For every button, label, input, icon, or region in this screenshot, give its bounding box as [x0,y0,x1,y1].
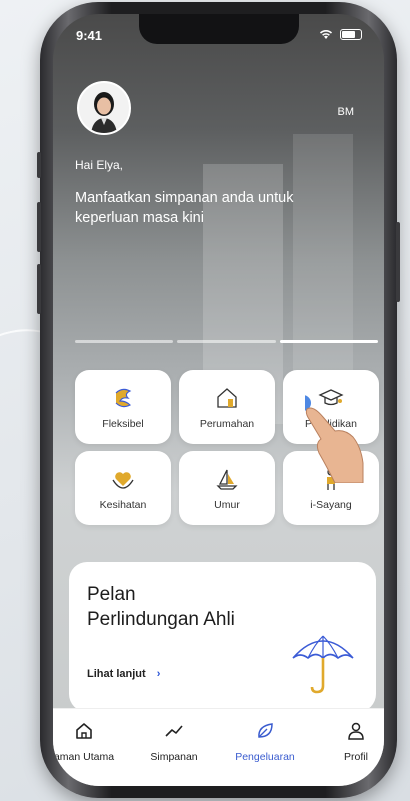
profile-icon [348,722,364,740]
leaf-icon [258,723,273,738]
power-button [396,222,400,302]
mute-switch [37,152,41,178]
carousel-dot-1[interactable] [75,340,174,343]
sailboat-icon [216,469,238,490]
volume-down-button [37,264,41,314]
category-label: Kesihatan [99,498,147,511]
promo-link-label: Lihat lanjut [87,668,146,680]
category-label: i-Sayang [310,498,352,511]
tab-home[interactable]: aman Utama [53,721,123,765]
chevron-right-icon: › [156,668,161,680]
promo-title-line1: Pelan [87,584,136,605]
greeting-text: Hai Elya, [75,158,124,172]
header-badge[interactable]: BM [338,106,355,118]
category-perumahan[interactable]: Perumahan [179,370,275,444]
category-umur[interactable]: Umur [179,451,275,525]
status-icons [318,28,362,40]
carousel-dot-3[interactable] [279,340,378,343]
carousel-dot-2[interactable] [177,340,276,343]
umbrella-icon [292,635,354,694]
volume-up-button [37,202,41,252]
promo-card[interactable]: Pelan Perlindungan Ahli Lihat lanjut › [69,562,376,712]
category-label: Umur [214,498,240,511]
tab-simpanan[interactable]: Simpanan [141,721,207,765]
hero-tagline: Manfaatkan simpanan anda untuk keperluan… [75,190,294,226]
flexible-icon [115,388,132,407]
avatar[interactable] [77,81,131,135]
promo-link[interactable]: Lihat lanjut › [87,668,160,680]
category-kesihatan[interactable]: Kesihatan [75,451,171,525]
wifi-icon [319,30,333,39]
category-fleksibel[interactable]: Fleksibel [75,370,171,444]
profile-photo [79,83,129,133]
tab-label: Simpanan [150,751,198,763]
heart-hand-icon [112,471,134,489]
tab-label: Profil [344,751,368,763]
status-time: 9:41 [76,28,103,43]
category-label: Perumahan [199,417,255,430]
category-label: Fleksibel [102,417,144,430]
battery-icon [340,28,362,40]
promo-title: Pelan Perlindungan Ahli [87,582,235,632]
pointing-hand-icon [305,395,364,483]
bottom-tab-bar: aman Utama Simpanan Pengeluaran Profil [53,708,384,786]
tab-label: Pengeluaran [235,751,295,763]
trend-line-icon [165,725,183,737]
home-icon [76,723,92,739]
carousel-indicator [75,340,378,343]
tab-profil[interactable]: Profil [331,721,381,765]
notch [139,14,299,44]
tab-pengeluaran[interactable]: Pengeluaran [225,721,305,765]
house-icon [217,387,237,408]
promo-title-line2: Perlindungan Ahli [87,609,235,630]
tab-label: aman Utama [53,751,115,763]
